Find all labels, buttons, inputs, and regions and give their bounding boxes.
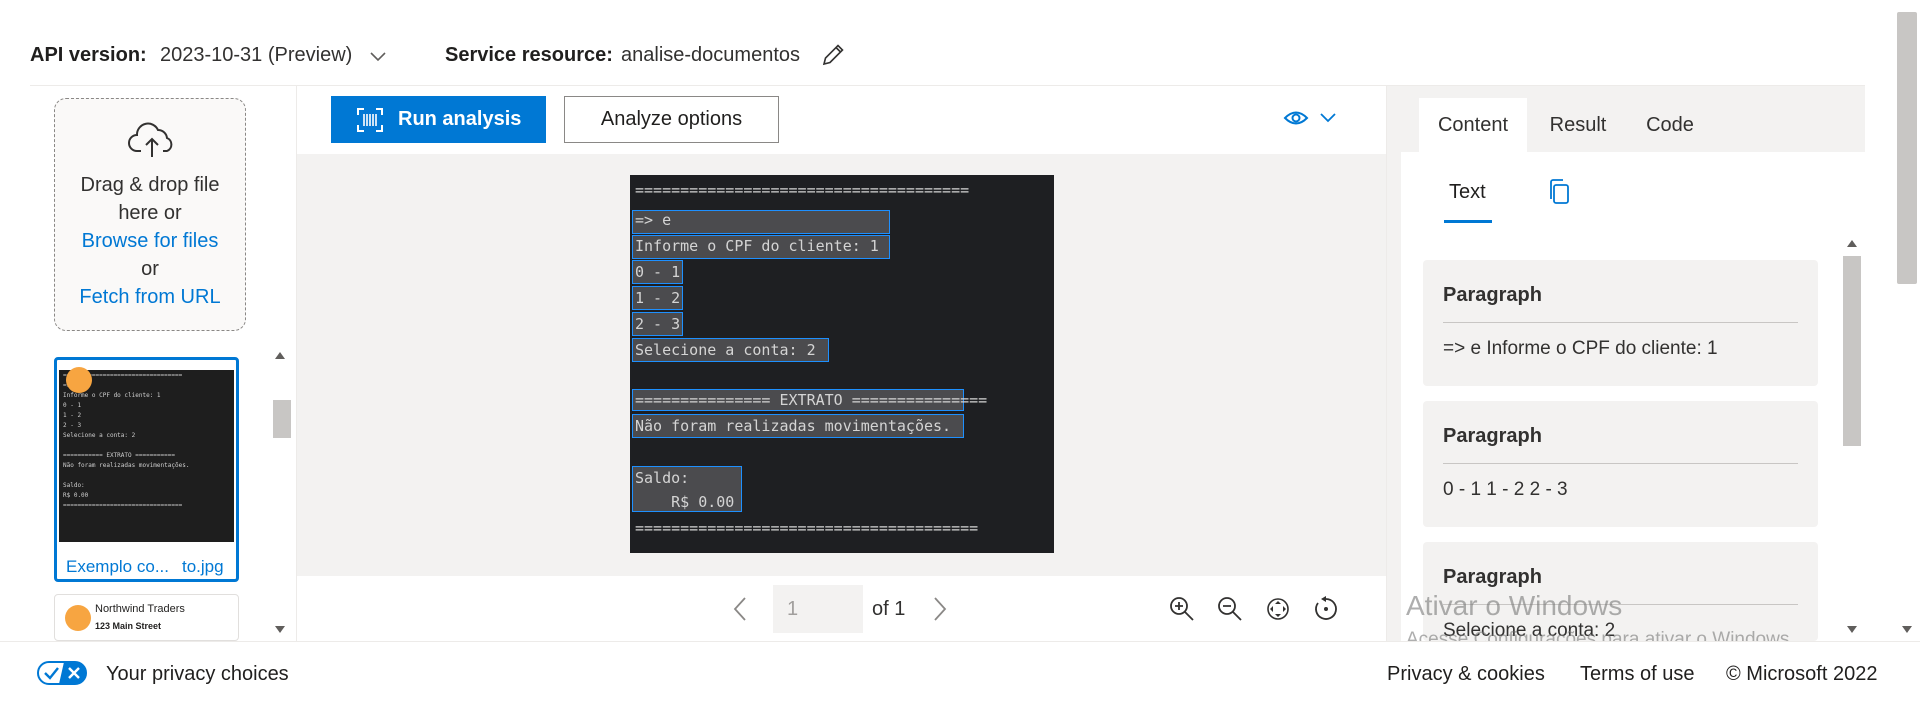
browse-files-link[interactable]: Browse for files <box>55 230 245 253</box>
fit-to-page-icon[interactable] <box>1264 595 1292 623</box>
thumbnail-line: Saldo: <box>63 482 85 489</box>
document-line: ===================================== <box>635 181 970 199</box>
eye-icon[interactable] <box>1283 108 1309 128</box>
document-line: R$ 0.00 <box>635 493 735 511</box>
page-count: of 1 <box>872 598 906 620</box>
thumbnail-line: ================================= <box>63 502 183 509</box>
document-line: 0 - 1 <box>635 263 681 281</box>
page-number-input[interactable] <box>773 585 863 633</box>
paragraph-text: => e Informe o CPF do cliente: 1 <box>1443 338 1718 359</box>
paragraph-divider <box>1443 463 1798 464</box>
paragraph-divider <box>1443 322 1798 323</box>
paragraph-title: Paragraph <box>1443 566 1542 588</box>
status-dot <box>65 605 91 631</box>
terms-of-use-link[interactable]: Terms of use <box>1580 663 1694 686</box>
document-line: Saldo: <box>635 469 690 487</box>
status-dot <box>66 367 92 393</box>
paragraph-card: Paragraph => e Informe o CPF do cliente:… <box>1423 260 1818 386</box>
thumbnail-line: 1 - 2 <box>63 412 82 419</box>
cloud-upload-icon <box>128 122 173 157</box>
fetch-url-link[interactable]: Fetch from URL <box>55 286 245 309</box>
document-line: =============== EXTRATO =============== <box>635 391 988 409</box>
thumbnail-line: =========== EXTRATO =========== <box>63 452 175 459</box>
scan-icon <box>357 108 383 132</box>
tab-content[interactable]: Content <box>1419 98 1527 152</box>
subtab-text[interactable]: Text <box>1449 181 1486 204</box>
thumbnail-item[interactable]: Northwind Traders 123 Main Street <box>54 594 239 641</box>
activation-watermark-title: Ativar o Windows <box>1406 590 1623 621</box>
document-line: => e <box>635 211 672 229</box>
chevron-left-icon[interactable] <box>730 594 750 624</box>
zoom-out-icon[interactable] <box>1216 595 1244 623</box>
document-line: 2 - 3 <box>635 315 681 333</box>
copy-icon[interactable] <box>1547 178 1571 206</box>
header-bar <box>0 0 1920 86</box>
edit-pencil-icon[interactable] <box>820 42 846 68</box>
chevron-down-icon[interactable] <box>1318 110 1338 126</box>
document-line: 1 - 2 <box>635 289 681 307</box>
thumbnail-line: Selecione a conta: 2 <box>63 432 136 439</box>
privacy-cookies-link[interactable]: Privacy & cookies <box>1387 663 1545 686</box>
copyright-text: © Microsoft 2022 <box>1726 663 1878 685</box>
paragraph-card: Paragraph 0 - 1 1 - 2 2 - 3 <box>1423 401 1818 527</box>
thumbnail-subtitle: 123 Main Street <box>95 621 162 631</box>
service-resource-value: analise-documentos <box>621 44 800 66</box>
chevron-right-icon[interactable] <box>930 594 950 624</box>
privacy-choices-link[interactable]: Your privacy choices <box>106 663 289 686</box>
scrollbar-thumb[interactable] <box>273 400 291 438</box>
paragraph-text: 0 - 1 1 - 2 2 - 3 <box>1443 479 1568 500</box>
drop-instruction-line2: here or <box>118 202 182 224</box>
scroll-down-arrow[interactable] <box>1847 626 1857 633</box>
scroll-down-arrow[interactable] <box>1902 626 1912 633</box>
thumbnail-line: 2 - 3 <box>63 422 82 429</box>
scroll-down-arrow[interactable] <box>275 626 285 633</box>
thumbnail-line: Não foram realizadas movimentações. <box>63 462 190 469</box>
document-preview: ===================================== =>… <box>630 175 1054 553</box>
thumbnail-caption-ext: to.jpg <box>182 557 224 576</box>
thumbnail-caption-name: Exemplo co... <box>66 557 169 576</box>
run-analysis-button[interactable]: Run analysis <box>331 96 546 143</box>
thumbnail-title: Northwind Traders <box>95 603 185 615</box>
chevron-down-icon[interactable] <box>368 46 388 66</box>
service-resource-label: Service resource: <box>445 44 613 66</box>
thumbnail-image: ================================= => Inf… <box>59 370 234 542</box>
document-line: Não foram realizadas movimentações. <box>635 417 952 435</box>
thumbnail-line: 0 - 1 <box>63 402 82 409</box>
scroll-up-arrow[interactable] <box>275 352 285 359</box>
drop-instruction-line1: Drag & drop file <box>80 174 220 196</box>
or-text: or <box>141 258 159 280</box>
scrollbar-thumb[interactable] <box>1843 256 1861 446</box>
scroll-up-arrow[interactable] <box>1847 240 1857 247</box>
thumbnail-line: R$ 0.00 <box>63 492 89 499</box>
thumbnail-selected[interactable]: ================================= => Inf… <box>54 357 239 582</box>
run-analysis-label: Run analysis <box>398 108 522 130</box>
paragraph-title: Paragraph <box>1443 425 1542 447</box>
tab-code[interactable]: Code <box>1630 98 1710 152</box>
drop-zone[interactable]: Drag & drop file here or Browse for file… <box>54 98 246 331</box>
document-line: ====================================== <box>635 519 979 537</box>
zoom-in-icon[interactable] <box>1168 595 1196 623</box>
rotate-icon[interactable] <box>1312 595 1340 623</box>
api-version-label: API version: <box>30 44 147 66</box>
tab-result[interactable]: Result <box>1530 98 1626 152</box>
document-line: Informe o CPF do cliente: 1 <box>635 237 879 255</box>
paragraph-title: Paragraph <box>1443 284 1542 306</box>
api-version-value[interactable]: 2023-10-31 (Preview) <box>160 44 352 67</box>
scrollbar-thumb[interactable] <box>1897 12 1917 284</box>
thumbnail-line: Informe o CPF do cliente: 1 <box>63 392 161 399</box>
document-line: Selecione a conta: 2 <box>635 341 816 359</box>
subtab-underline <box>1444 220 1492 223</box>
thumbnail-scrollbar[interactable] <box>269 345 291 641</box>
analyze-options-button[interactable]: Analyze options <box>564 96 779 143</box>
privacy-toggle-icon[interactable] <box>37 661 87 685</box>
